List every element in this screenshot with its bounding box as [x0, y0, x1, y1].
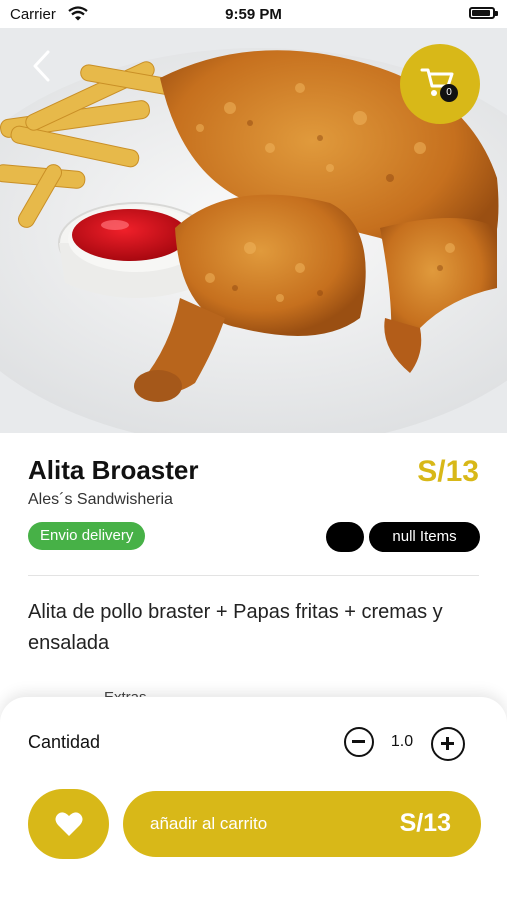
battery-icon — [469, 7, 498, 19]
product-description: Alita de pollo braster + Papas fritas + … — [28, 601, 443, 654]
status-time: 9:59 PM — [225, 6, 282, 23]
product-title: Alita Broaster — [28, 455, 199, 485]
favorite-button[interactable] — [28, 789, 109, 859]
status-bar: Carrier 9:59 PM — [0, 0, 507, 28]
add-to-cart-price: S/13 — [399, 809, 451, 837]
quantity-label: Cantidad — [28, 732, 101, 752]
add-to-cart-label: añadir al carrito — [150, 814, 268, 833]
back-chevron-icon[interactable] — [28, 46, 54, 86]
cart-button[interactable]: 0 — [400, 44, 480, 124]
items-badge: null Items — [369, 522, 480, 552]
plus-circle-icon[interactable] — [431, 727, 465, 761]
store-name: Ales´s Sandwisheria — [28, 491, 173, 508]
cart-count-badge: 0 — [440, 84, 458, 102]
delivery-badge: Envio delivery — [28, 522, 146, 550]
product-price: S/13 — [417, 455, 479, 488]
bottom-sheet: Cantidad 1.0 añadir al carrito S/13 — [0, 697, 507, 900]
empty-badge — [326, 522, 364, 552]
divider — [28, 575, 479, 576]
minus-circle-icon[interactable] — [344, 727, 374, 757]
add-to-cart-button[interactable]: añadir al carrito S/13 — [123, 791, 481, 857]
heart-icon — [55, 812, 83, 836]
quantity-value: 1.0 — [390, 733, 414, 750]
